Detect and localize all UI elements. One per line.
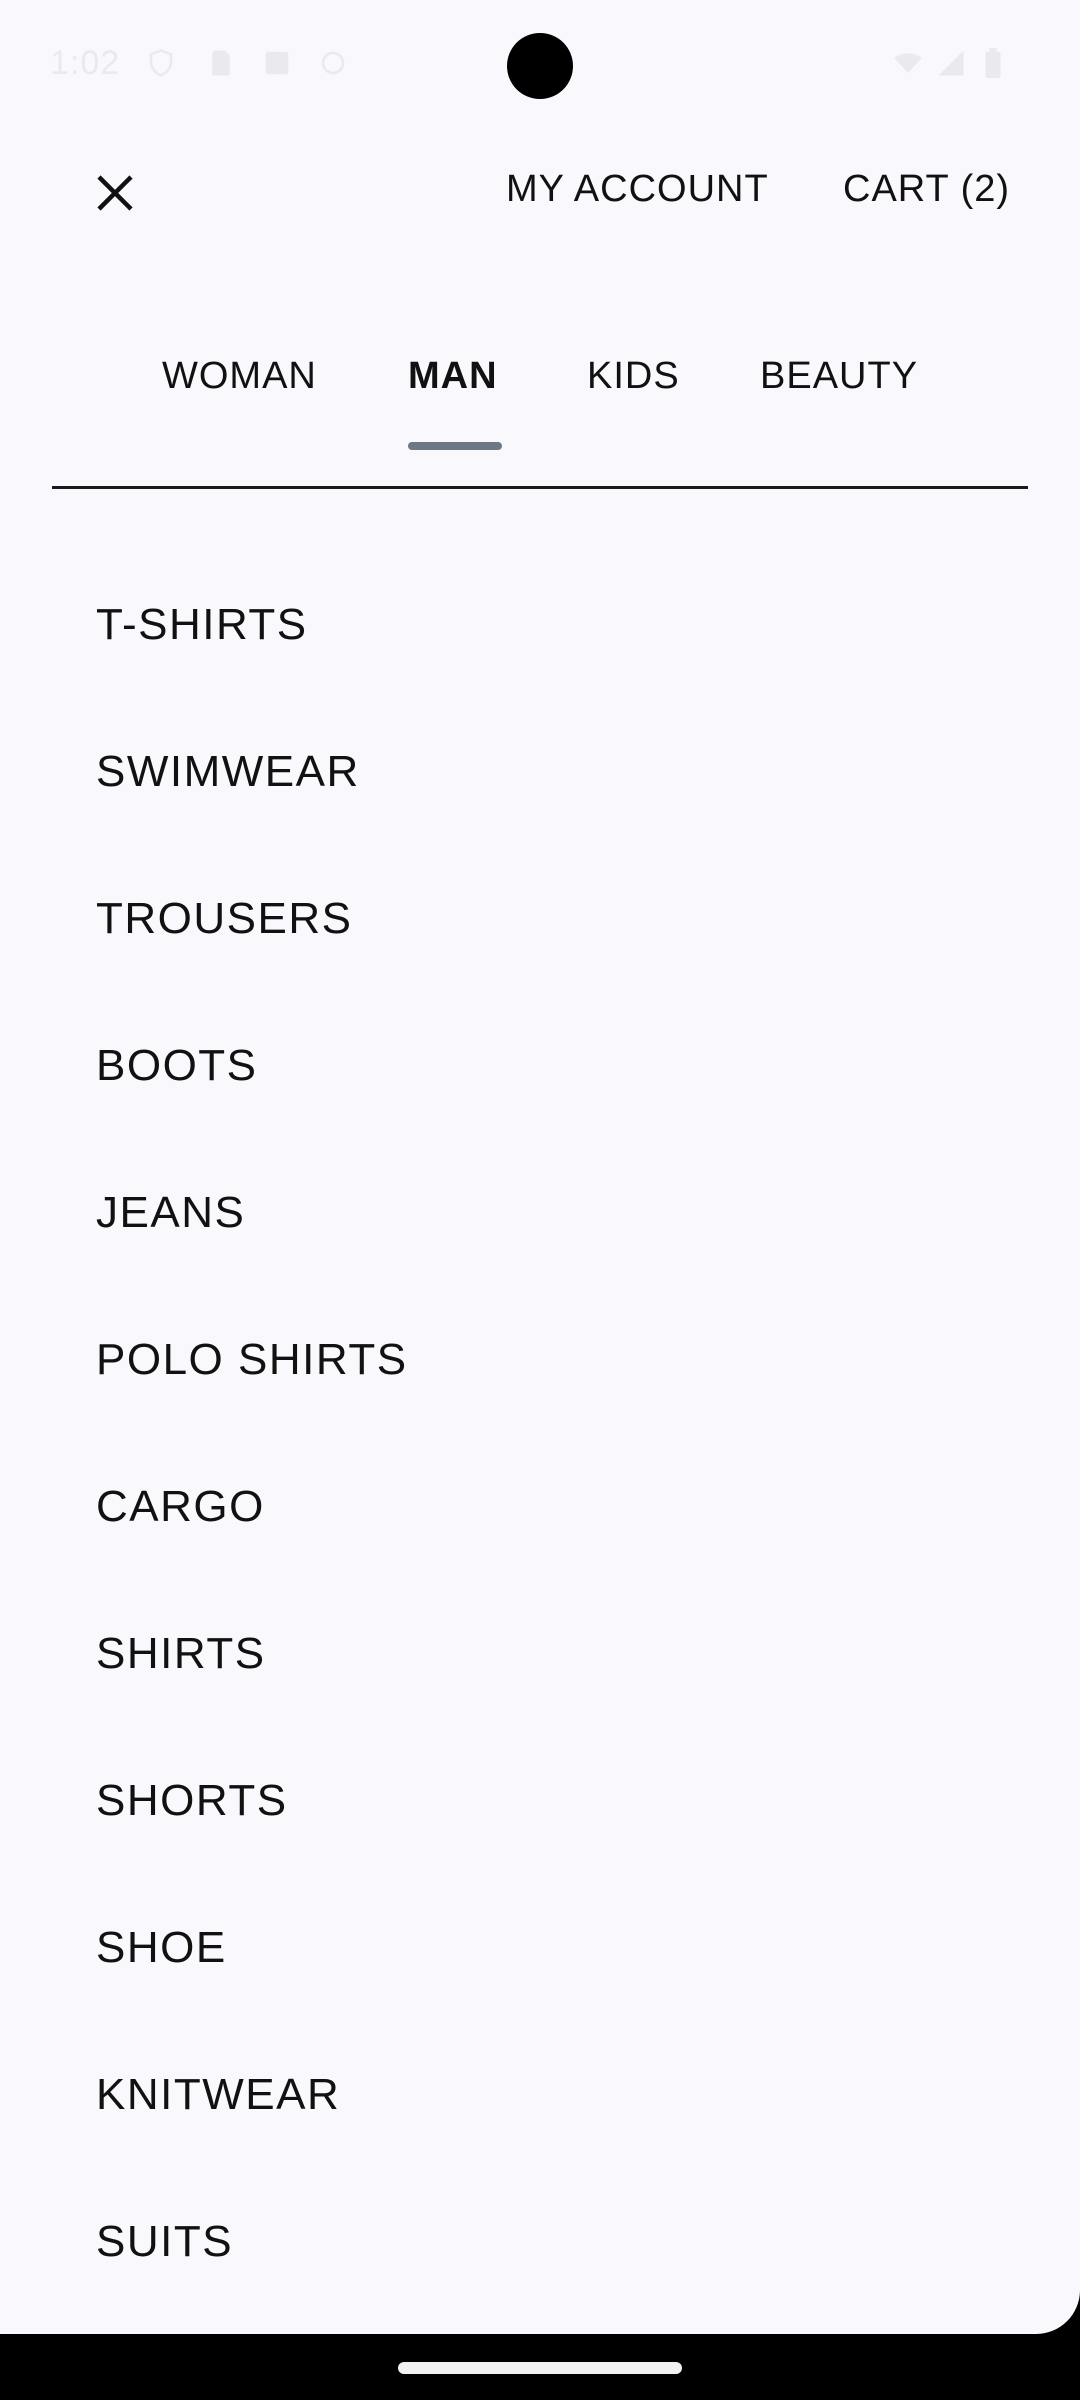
my-account-link[interactable]: MY ACCOUNT [506,168,769,211]
close-icon [97,175,133,211]
active-tab-indicator [408,442,502,450]
menu-screen: 1:02 MY ACCOUNT CART (2) WOMAN MAN KIDS … [0,0,1080,2334]
category-item-suits[interactable]: SUITS [0,2179,1080,2326]
tab-beauty[interactable]: BEAUTY [760,355,918,398]
data-saver-icon [321,51,345,75]
tab-man[interactable]: MAN [408,355,498,398]
category-item-swimwear[interactable]: SWIMWEAR [0,709,1080,856]
cart-link[interactable]: CART (2) [843,168,1010,211]
battery-icon [985,48,1001,78]
camera-cutout [507,33,573,99]
signal-icon [938,50,964,76]
wifi-icon [894,53,922,73]
category-item-shirts[interactable]: SHIRTS [0,1591,1080,1738]
category-item-boots[interactable]: BOOTS [0,1003,1080,1150]
category-item-polo-shirts[interactable]: POLO SHIRTS [0,1297,1080,1444]
photo-icon [265,51,289,75]
category-item-cargo[interactable]: CARGO [0,1444,1080,1591]
category-item-trousers[interactable]: TROUSERS [0,856,1080,1003]
category-item-jeans[interactable]: JEANS [0,1150,1080,1297]
tab-kids[interactable]: KIDS [587,355,680,398]
tab-woman[interactable]: WOMAN [162,355,317,398]
category-item-t-shirts[interactable]: T-SHIRTS [0,562,1080,709]
category-item-knitwear[interactable]: KNITWEAR [0,2032,1080,2179]
status-time: 1:02 [50,44,121,82]
sim-card-icon [212,50,230,76]
category-item-shoe[interactable]: SHOE [0,1885,1080,2032]
home-gesture-handle[interactable] [398,2362,682,2374]
status-bar: 1:02 [0,0,1080,132]
tabs-divider [52,486,1028,489]
shield-icon [149,49,173,77]
category-list: T-SHIRTS SWIMWEAR TROUSERS BOOTS JEANS P… [0,562,1080,2326]
department-tabs: WOMAN MAN KIDS BEAUTY [0,355,1080,455]
category-item-shorts[interactable]: SHORTS [0,1738,1080,1885]
close-button[interactable] [84,162,146,224]
